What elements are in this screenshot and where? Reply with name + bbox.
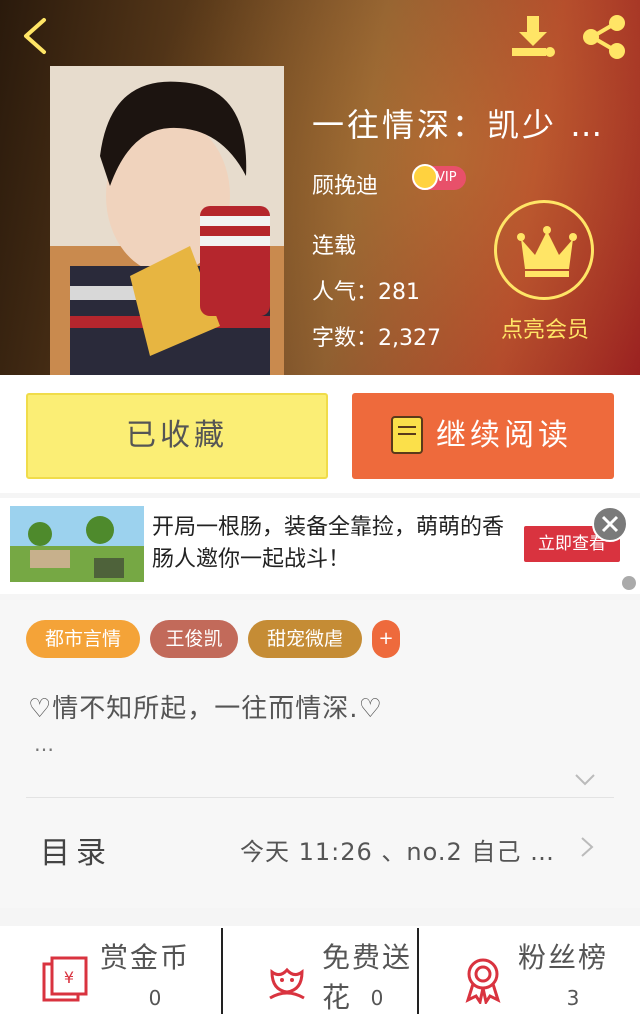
ad-info-icon[interactable]	[622, 576, 636, 590]
action-bar: 已收藏 继续阅读	[0, 375, 640, 493]
reward-coins-button[interactable]: ¥ 赏金币 0	[0, 926, 213, 1034]
crown-icon	[517, 226, 577, 277]
medal-icon	[465, 958, 501, 1004]
share-icon	[583, 15, 625, 59]
member-button[interactable]: 点亮会员	[490, 200, 600, 350]
description-more: …	[34, 732, 54, 756]
ad-text: 开局一根肠，装备全靠捡，萌萌的香肠人邀你一起战斗！	[152, 515, 505, 572]
cover-image	[50, 66, 284, 375]
add-tag-button[interactable]: +	[372, 620, 400, 658]
tag-character[interactable]: 王俊凯	[150, 620, 238, 658]
author-name[interactable]: 顾挽迪	[312, 168, 378, 200]
share-button[interactable]	[580, 14, 628, 60]
svg-text:¥: ¥	[64, 968, 74, 987]
favorite-button[interactable]: 已收藏	[26, 393, 328, 479]
member-label: 点亮会员	[500, 318, 589, 343]
send-flower-count: 0	[370, 986, 384, 1010]
flower-icon	[269, 967, 305, 1000]
book-title: 一往情深：凯少 …	[312, 106, 606, 144]
send-flower-button[interactable]: 免费送花 0	[222, 926, 435, 1034]
book-description: ♡情不知所起，一往而情深.♡	[28, 694, 383, 724]
reward-coins-label: 赏金币	[100, 941, 191, 974]
book-icon	[391, 416, 423, 454]
popularity: 人气：281	[312, 280, 420, 305]
red-envelope-icon: ¥	[42, 956, 88, 1002]
bottom-actions: ¥ 赏金币 0 免费送花 0 粉丝榜 3	[0, 926, 640, 1034]
latest-chapter[interactable]: 今天 11:26 、no.2 自己 …	[240, 832, 560, 867]
continue-reading-button[interactable]: 继续阅读	[352, 393, 614, 479]
download-icon	[512, 16, 555, 57]
tag-genre[interactable]: 都市言情	[26, 620, 140, 658]
toc-label[interactable]: 目录	[40, 828, 112, 872]
fan-ranking-button[interactable]: 粉丝榜 3	[418, 926, 631, 1034]
ad-banner[interactable]: 开局一根肠，装备全靠捡，萌萌的香肠人邀你一起战斗！ 立即查看	[0, 498, 640, 594]
ad-image	[10, 506, 144, 582]
chevron-left-icon	[24, 18, 46, 54]
tag-style[interactable]: 甜宠微虐	[248, 620, 362, 658]
chevron-down-icon[interactable]	[574, 768, 596, 790]
member-badge	[494, 200, 594, 300]
vip-badge: VIP	[412, 164, 466, 190]
divider	[26, 797, 614, 798]
back-button[interactable]	[20, 16, 50, 56]
vip-crown-icon	[412, 164, 438, 190]
word-count: 字数：2,327	[312, 326, 441, 351]
ad-close-button[interactable]	[592, 506, 628, 542]
download-button[interactable]	[510, 14, 556, 60]
chevron-right-icon[interactable]	[578, 836, 596, 858]
serial-status: 连载	[312, 234, 357, 259]
fan-ranking-label: 粉丝榜	[518, 941, 609, 974]
fan-ranking-count: 3	[566, 986, 580, 1010]
close-icon	[601, 515, 619, 533]
book-cover[interactable]	[50, 66, 284, 375]
book-details: 都市言情 王俊凯 甜宠微虐 + ♡情不知所起，一往而情深.♡ … 目录 今天 1…	[0, 600, 640, 908]
reward-coins-count: 0	[148, 986, 162, 1010]
continue-reading-label: 继续阅读	[436, 418, 572, 453]
vip-label: VIP	[436, 170, 457, 185]
